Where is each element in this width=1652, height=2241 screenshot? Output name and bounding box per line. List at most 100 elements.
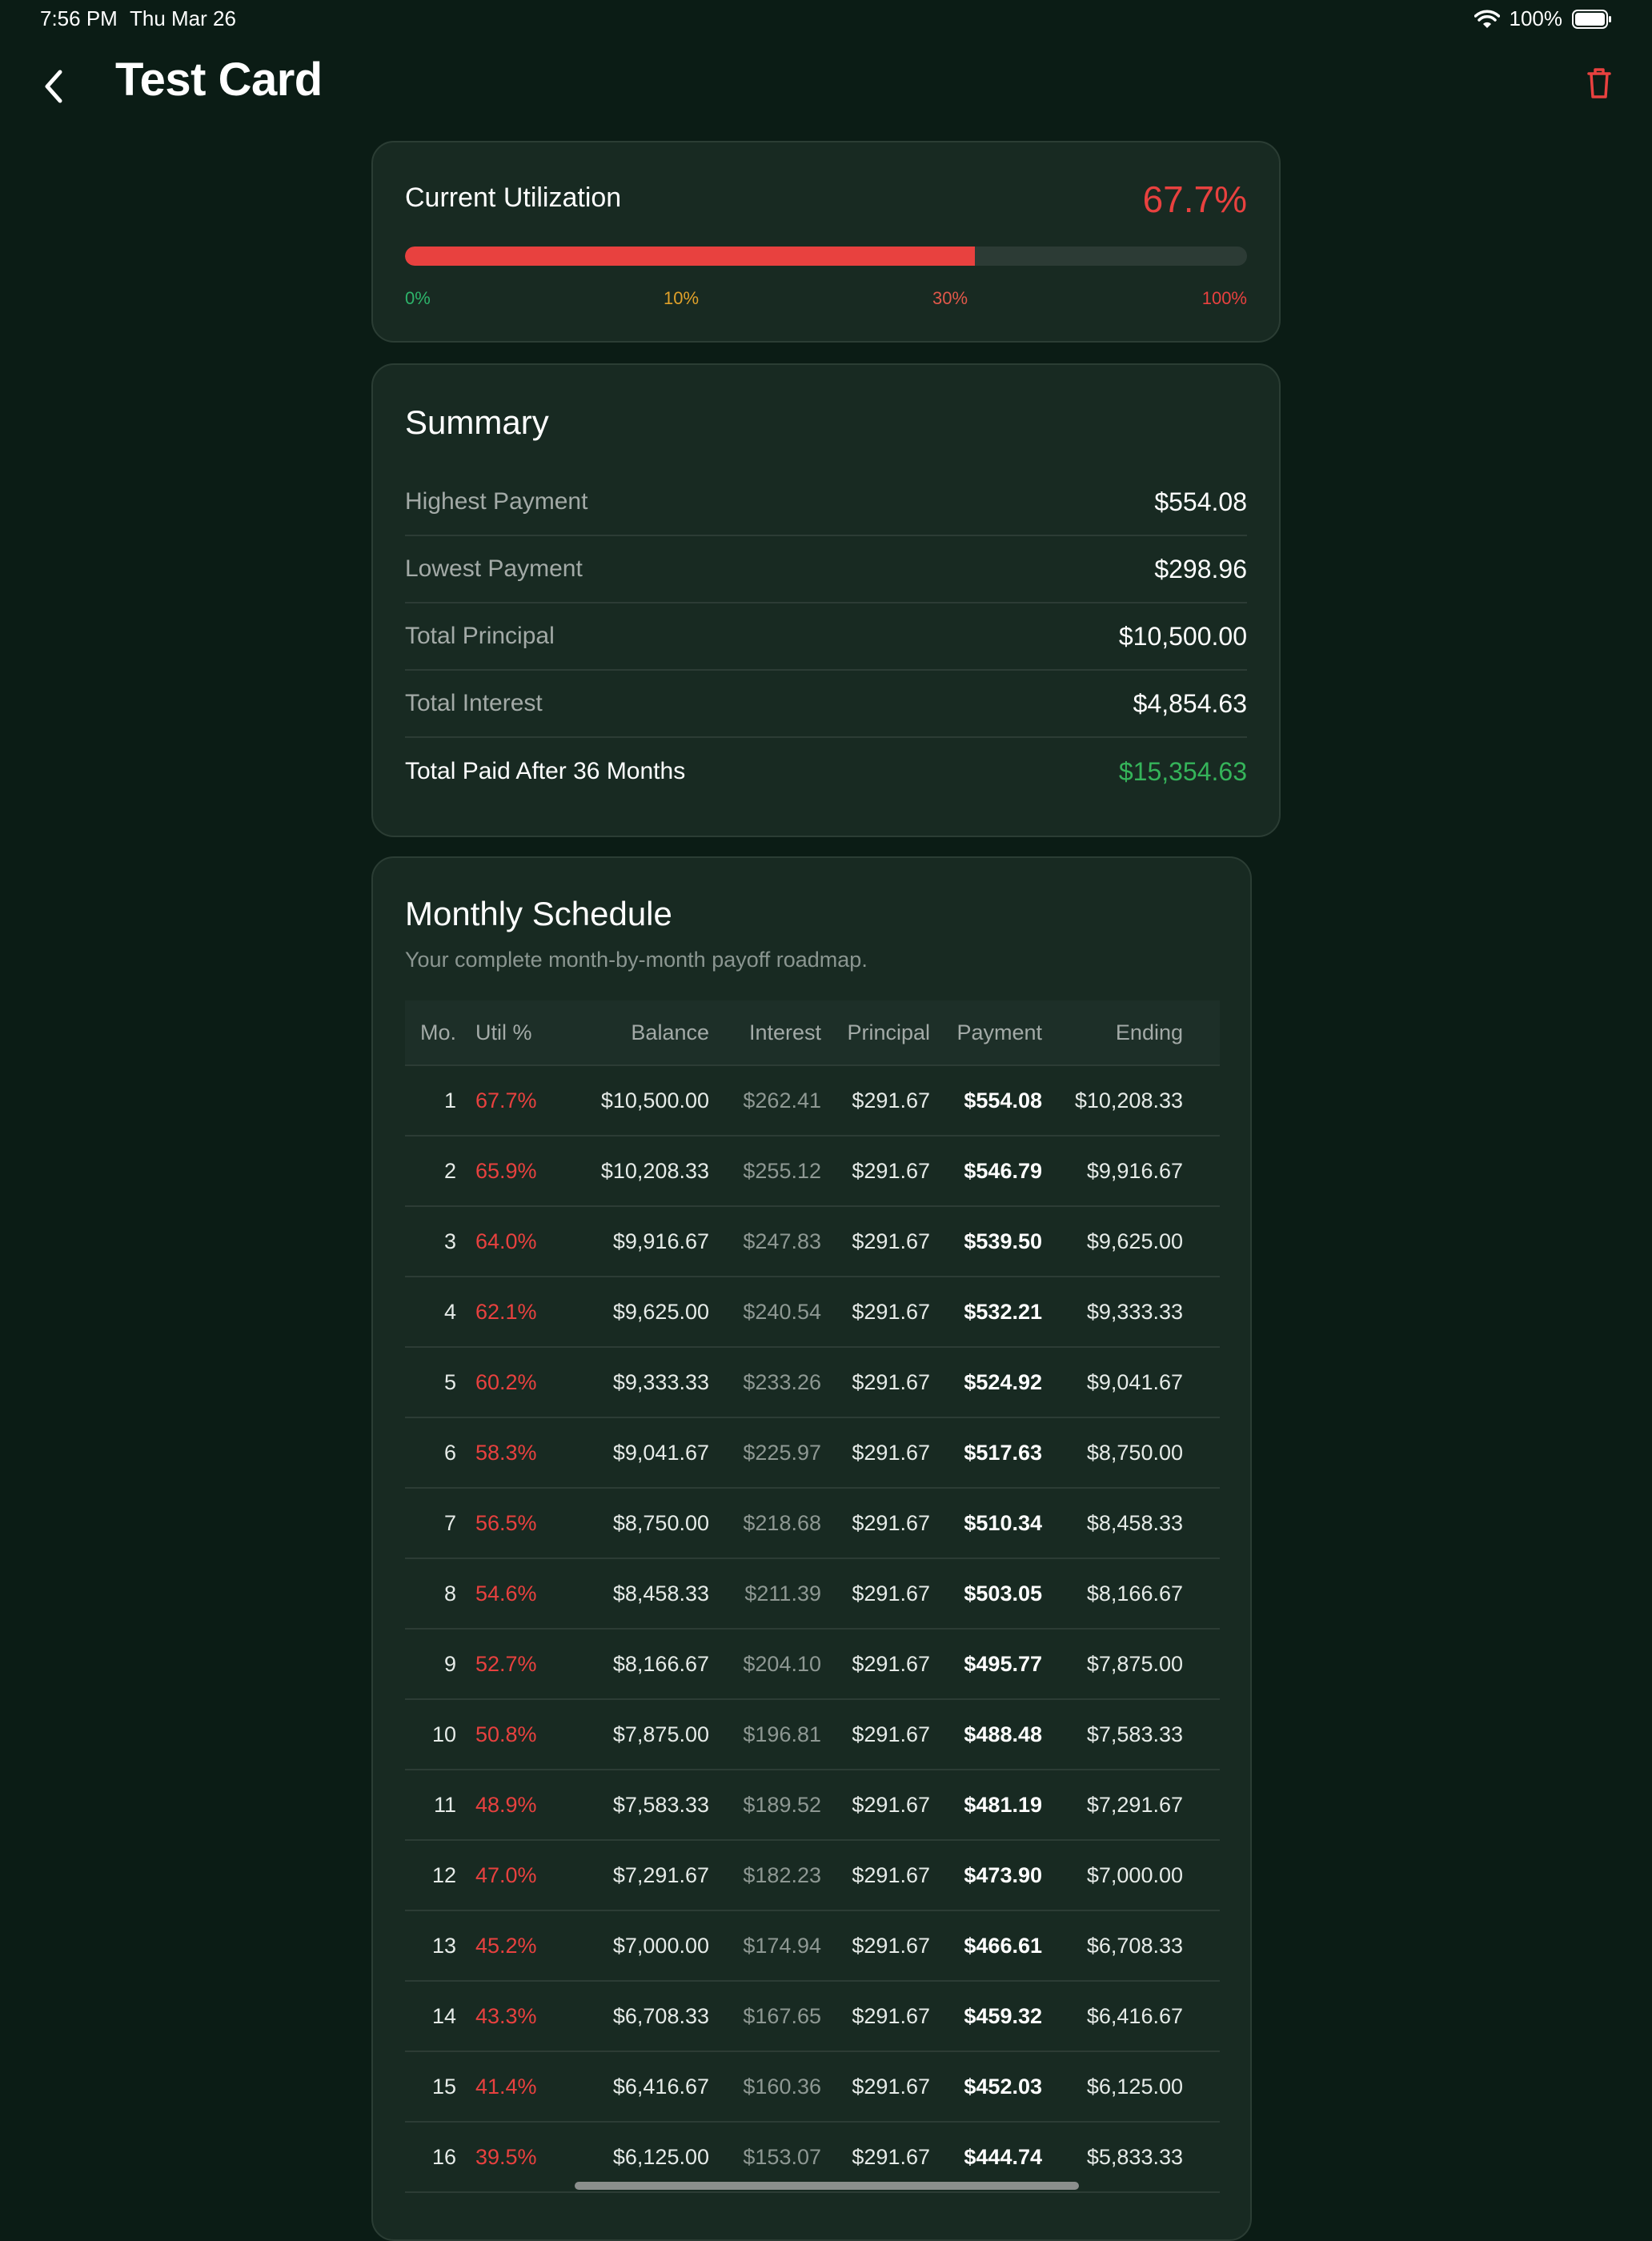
cell-principal: $291.67 — [852, 1440, 930, 1465]
cell-payment: $503.05 — [964, 1581, 1042, 1606]
cell-interest: $174.94 — [743, 1933, 821, 1958]
cell-util: 41.4% — [475, 2074, 537, 2099]
cell-balance: $9,625.00 — [612, 1299, 709, 1324]
cell-balance: $8,750.00 — [612, 1510, 709, 1535]
summary-value: $554.08 — [1154, 487, 1247, 516]
schedule-table[interactable]: Mo. Util % Balance Interest Principal Pa… — [405, 1000, 1220, 2193]
cell-month: 12 — [431, 1862, 456, 1887]
cell-balance: $9,041.67 — [612, 1440, 709, 1465]
table-row: 2 65.9% $10,208.33 $255.12 $291.67 $546.79 $9,… — [405, 1137, 1220, 1207]
back-button[interactable] — [24, 58, 82, 115]
utilization-label: Current Utilization — [405, 182, 622, 213]
delete-button[interactable] — [1570, 59, 1628, 107]
cell-payment: $546.79 — [964, 1158, 1042, 1183]
table-header: Mo. Util % Balance Interest Principal Pa… — [405, 1000, 1220, 1066]
summary-title: Summary — [405, 403, 549, 441]
trash-icon — [1587, 68, 1611, 98]
cell-principal: $291.67 — [852, 2003, 930, 2028]
cell-balance: $9,916.67 — [612, 1229, 709, 1253]
cell-principal: $291.67 — [852, 1299, 930, 1324]
cell-interest: $218.68 — [743, 1510, 821, 1535]
scale-label-0: 0% — [405, 288, 431, 308]
cell-interest: $240.54 — [743, 1299, 821, 1324]
cell-principal: $291.67 — [852, 1088, 930, 1112]
summary-value: $10,500.00 — [1118, 621, 1247, 651]
cell-payment: $539.50 — [964, 1229, 1042, 1253]
cell-month: 14 — [431, 2003, 456, 2028]
summary-row-highest-payment: Highest Payment $554.08 — [405, 469, 1247, 536]
status-bar: 7:56 PM Thu Mar 26 100% — [0, 0, 1652, 38]
cell-balance: $7,000.00 — [612, 1933, 709, 1958]
cell-ending: $8,458.33 — [1086, 1510, 1183, 1535]
cell-payment: $510.34 — [964, 1510, 1042, 1535]
table-row: 3 64.0% $9,916.67 $247.83 $291.67 $539.50 $9,6… — [405, 1207, 1220, 1277]
cell-balance: $7,583.33 — [612, 1792, 709, 1817]
cell-balance: $7,291.67 — [612, 1862, 709, 1887]
column-header-month: Mo. — [419, 1020, 456, 1044]
cell-balance: $9,333.33 — [612, 1369, 709, 1394]
cell-util: 65.9% — [475, 1158, 537, 1183]
cell-principal: $291.67 — [852, 1158, 930, 1183]
cell-ending: $8,166.67 — [1086, 1581, 1183, 1606]
schedule-title: Monthly Schedule — [405, 895, 672, 932]
cell-payment: $488.48 — [964, 1722, 1042, 1746]
cell-payment: $452.03 — [964, 2074, 1042, 2099]
cell-ending: $5,833.33 — [1086, 2144, 1183, 2169]
cell-ending: $8,750.00 — [1086, 1440, 1183, 1465]
summary-label: Total Paid After 36 Months — [405, 758, 686, 784]
cell-month: 16 — [431, 2144, 456, 2169]
cell-interest: $233.26 — [743, 1369, 821, 1394]
cell-interest: $196.81 — [743, 1722, 821, 1746]
home-indicator[interactable] — [575, 2182, 1079, 2190]
cell-ending: $6,708.33 — [1086, 1933, 1183, 1958]
cell-ending: $6,416.67 — [1086, 2003, 1183, 2028]
cell-month: 8 — [443, 1581, 456, 1606]
cell-month: 13 — [431, 1933, 456, 1958]
cell-interest: $160.36 — [743, 2074, 821, 2099]
cell-principal: $291.67 — [852, 2144, 930, 2169]
cell-payment: $532.21 — [964, 1299, 1042, 1324]
cell-balance: $8,166.67 — [612, 1651, 709, 1676]
cell-principal: $291.67 — [852, 1510, 930, 1535]
table-row: 10 50.8% $7,875.00 $196.81 $291.67 $488.48 $7,… — [405, 1700, 1220, 1770]
scale-label-100: 100% — [1201, 288, 1247, 308]
cell-ending: $9,916.67 — [1086, 1158, 1183, 1183]
cell-balance: $6,708.33 — [612, 2003, 709, 2028]
cell-interest: $189.52 — [743, 1792, 821, 1817]
column-header-ending: Ending — [1115, 1020, 1183, 1044]
cell-month: 15 — [431, 2074, 456, 2099]
summary-row-total-interest: Total Interest $4,854.63 — [405, 671, 1247, 738]
column-header-balance: Balance — [631, 1020, 709, 1044]
table-row: 6 58.3% $9,041.67 $225.97 $291.67 $517.63 $8,7… — [405, 1418, 1220, 1489]
cell-month: 1 — [443, 1088, 456, 1112]
cell-util: 48.9% — [475, 1792, 537, 1817]
cell-ending: $9,333.33 — [1086, 1299, 1183, 1324]
cell-util: 43.3% — [475, 2003, 537, 2028]
cell-balance: $10,208.33 — [600, 1158, 709, 1183]
cell-ending: $7,583.33 — [1086, 1722, 1183, 1746]
summary-row-total-paid: Total Paid After 36 Months $15,354.63 — [405, 738, 1247, 805]
cell-interest: $255.12 — [743, 1158, 821, 1183]
table-row: 14 43.3% $6,708.33 $167.65 $291.67 $459.32 $6,… — [405, 1982, 1220, 2052]
cell-ending: $9,041.67 — [1086, 1369, 1183, 1394]
cell-payment: $466.61 — [964, 1933, 1042, 1958]
cell-balance: $6,125.00 — [612, 2144, 709, 2169]
column-header-util: Util % — [475, 1020, 532, 1044]
cell-ending: $7,000.00 — [1086, 1862, 1183, 1887]
cell-ending: $7,875.00 — [1086, 1651, 1183, 1676]
table-row: 8 54.6% $8,458.33 $211.39 $291.67 $503.05 $8,1… — [405, 1559, 1220, 1630]
summary-label: Highest Payment — [405, 488, 588, 515]
cell-ending: $10,208.33 — [1074, 1088, 1183, 1112]
column-header-principal: Principal — [847, 1020, 930, 1044]
cell-principal: $291.67 — [852, 1581, 930, 1606]
cell-payment: $459.32 — [964, 2003, 1042, 2028]
summary-label: Total Interest — [405, 690, 543, 716]
cell-month: 6 — [443, 1440, 456, 1465]
status-date: Thu Mar 26 — [130, 6, 236, 30]
column-header-payment: Payment — [956, 1020, 1042, 1044]
cell-util: 50.8% — [475, 1722, 537, 1746]
summary-value: $298.96 — [1154, 554, 1247, 583]
table-row: 1 67.7% $10,500.00 $262.41 $291.67 $554.08 $10… — [405, 1066, 1220, 1137]
cell-balance: $8,458.33 — [612, 1581, 709, 1606]
cell-interest: $167.65 — [743, 2003, 821, 2028]
